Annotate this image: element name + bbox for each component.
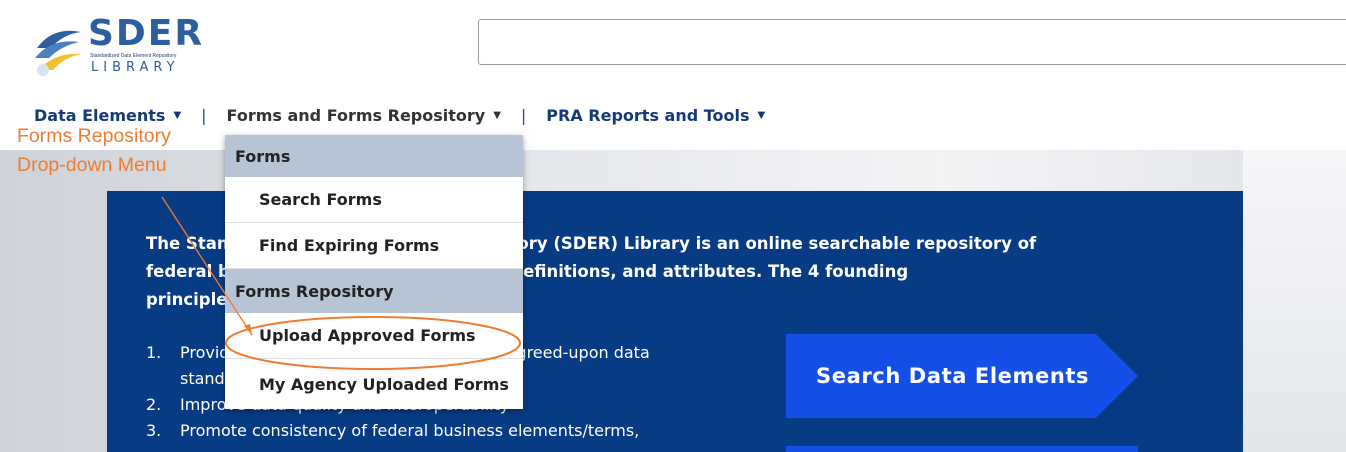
nav-separator: | xyxy=(520,105,527,125)
dropdown-section-forms-repository: Forms Repository xyxy=(225,269,523,313)
search-input[interactable] xyxy=(478,19,1346,65)
list-number: 1. xyxy=(146,343,162,362)
logo-library: LIBRARY xyxy=(91,60,180,75)
chevron-down-icon: ▼ xyxy=(173,109,182,121)
secondary-cta-button[interactable] xyxy=(786,446,1138,452)
dropdown-section-forms: Forms xyxy=(225,135,523,177)
chevron-down-icon: ▼ xyxy=(493,109,501,121)
menu-item-my-agency-uploaded-forms[interactable]: My Agency Uploaded Forms xyxy=(225,359,523,409)
logo-subtitle: Standardized Data Element Repository xyxy=(90,53,177,59)
menu-item-upload-approved-forms[interactable]: Upload Approved Forms xyxy=(225,313,523,359)
nav-pra-reports[interactable]: PRA Reports and Tools ▼ xyxy=(546,106,765,125)
principle-text: Promote consistency of federal business … xyxy=(180,421,640,440)
annotation-line: Drop-down Menu xyxy=(17,154,167,176)
logo-swoosh-icon xyxy=(35,30,81,76)
logo-title: SDER xyxy=(88,13,205,54)
hero-background-right xyxy=(1243,150,1346,452)
annotation-line: Forms Repository xyxy=(17,125,171,147)
sder-logo[interactable]: SDER Standardized Data Element Repositor… xyxy=(33,14,213,80)
nav-forms-repository-label: Forms and Forms Repository xyxy=(226,105,486,125)
nav-separator: | xyxy=(201,105,207,125)
forms-dropdown-menu: Forms Search Forms Find Expiring Forms F… xyxy=(225,135,523,409)
list-number: 2. xyxy=(146,395,162,414)
search-data-elements-button[interactable]: Search Data Elements xyxy=(786,334,1138,418)
nav-forms-repository[interactable]: Forms and Forms Repository ▼ xyxy=(227,106,501,125)
chevron-down-icon: ▼ xyxy=(757,109,766,121)
nav-pra-reports-label: PRA Reports and Tools xyxy=(546,105,750,125)
menu-item-search-forms[interactable]: Search Forms xyxy=(225,177,523,223)
menu-item-find-expiring-forms[interactable]: Find Expiring Forms xyxy=(225,223,523,269)
list-item: 3. Promote consistency of federal busine… xyxy=(146,418,746,444)
list-number: 3. xyxy=(146,421,162,440)
annotation-label: Forms Repository Drop-down Menu xyxy=(17,122,171,180)
